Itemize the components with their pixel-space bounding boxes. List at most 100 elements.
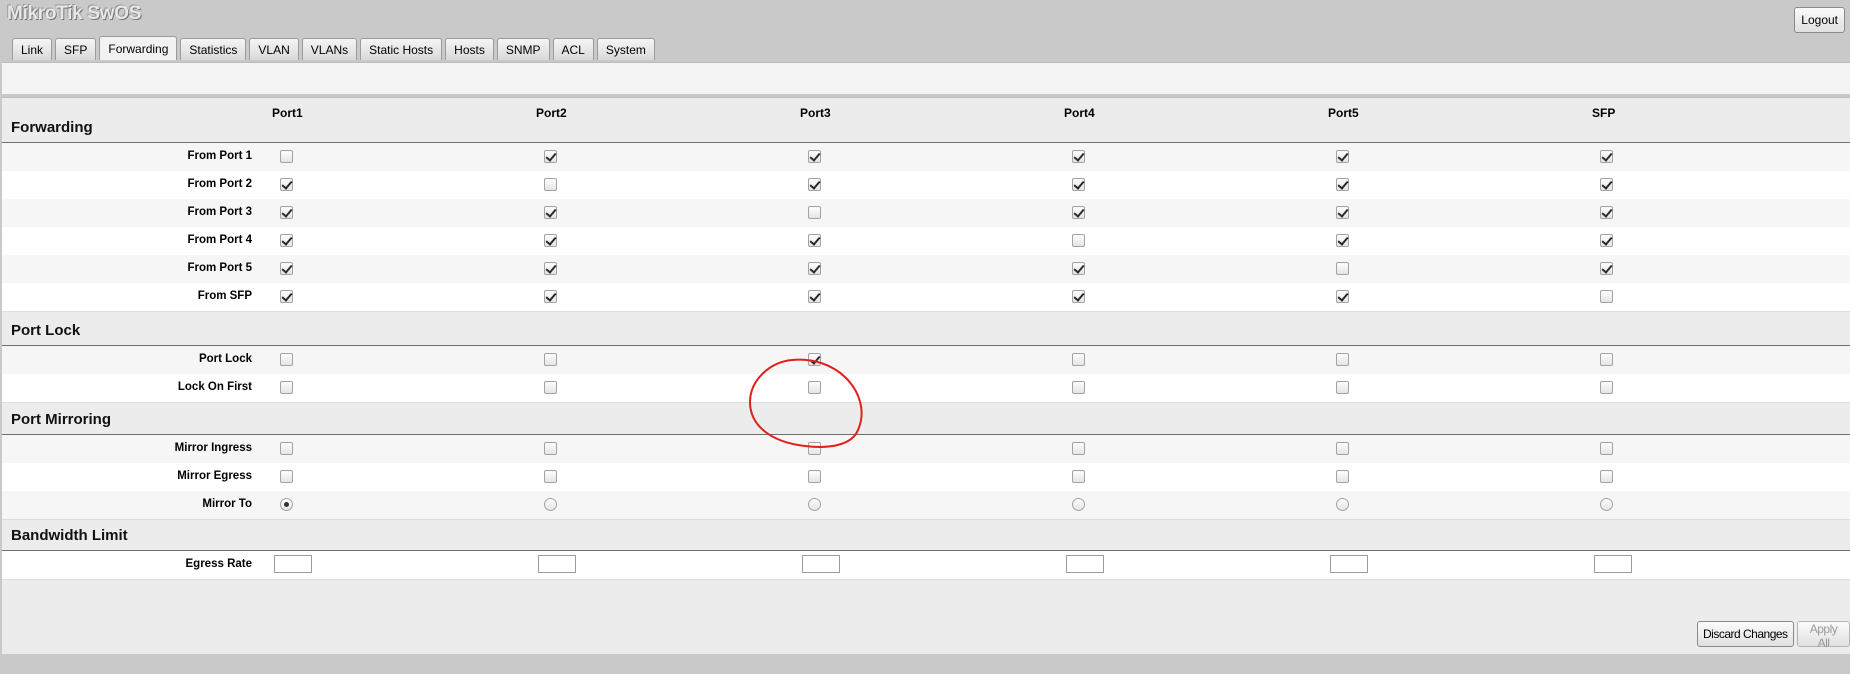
app-title: MikroTik SwOS	[7, 3, 142, 24]
radio-mirror-to-port2[interactable]	[544, 498, 557, 511]
checkbox-from-port-1-port5[interactable]	[1336, 150, 1349, 163]
checkbox-port-lock-sfp[interactable]	[1600, 353, 1613, 366]
checkbox-lock-on-first-port5[interactable]	[1336, 381, 1349, 394]
checkbox-mirror-ingress-port2[interactable]	[544, 442, 557, 455]
checkbox-from-port-5-sfp[interactable]	[1600, 262, 1613, 275]
row-label: Egress Rate	[185, 558, 252, 570]
checkbox-lock-on-first-sfp[interactable]	[1600, 381, 1613, 394]
row-from-port-5: From Port 5	[2, 255, 1850, 284]
checkbox-port-lock-port4[interactable]	[1072, 353, 1085, 366]
checkbox-mirror-ingress-port5[interactable]	[1336, 442, 1349, 455]
egress-rate-input-port1[interactable]	[274, 555, 312, 573]
checkbox-from-port-5-port2[interactable]	[544, 262, 557, 275]
discard-changes-button[interactable]: Discard Changes	[1697, 621, 1794, 647]
checkbox-from-sfp-port3[interactable]	[808, 290, 821, 303]
checkbox-port-lock-port5[interactable]	[1336, 353, 1349, 366]
checkbox-from-sfp-port1[interactable]	[280, 290, 293, 303]
checkbox-mirror-egress-port4[interactable]	[1072, 470, 1085, 483]
checkbox-mirror-ingress-port4[interactable]	[1072, 442, 1085, 455]
checkbox-from-port-4-port5[interactable]	[1336, 234, 1349, 247]
radio-mirror-to-port4[interactable]	[1072, 498, 1085, 511]
checkbox-from-port-1-port3[interactable]	[808, 150, 821, 163]
checkbox-from-port-5-port1[interactable]	[280, 262, 293, 275]
radio-mirror-to-port3[interactable]	[808, 498, 821, 511]
checkbox-from-port-3-port2[interactable]	[544, 206, 557, 219]
apply-all-button[interactable]: Apply All	[1797, 621, 1850, 650]
checkbox-lock-on-first-port3[interactable]	[808, 381, 821, 394]
checkbox-mirror-egress-port5[interactable]	[1336, 470, 1349, 483]
row-label: From Port 1	[187, 150, 252, 162]
checkbox-from-port-1-sfp[interactable]	[1600, 150, 1613, 163]
checkbox-from-port-4-port2[interactable]	[544, 234, 557, 247]
row-label: Lock On First	[177, 381, 252, 393]
tab-link[interactable]: Link	[12, 38, 53, 60]
checkbox-mirror-egress-port2[interactable]	[544, 470, 557, 483]
checkbox-from-sfp-port2[interactable]	[544, 290, 557, 303]
tab-vlan[interactable]: VLAN	[249, 38, 299, 60]
checkbox-from-port-5-port5[interactable]	[1336, 262, 1349, 275]
egress-rate-input-port5[interactable]	[1330, 555, 1368, 573]
tab-static-hosts[interactable]: Static Hosts	[360, 38, 443, 60]
checkbox-from-port-2-port1[interactable]	[280, 178, 293, 191]
checkbox-port-lock-port2[interactable]	[544, 353, 557, 366]
tab-forwarding[interactable]: Forwarding	[99, 36, 178, 60]
checkbox-from-port-3-port4[interactable]	[1072, 206, 1085, 219]
logout-button[interactable]: Logout	[1794, 7, 1845, 33]
checkbox-from-port-5-port3[interactable]	[808, 262, 821, 275]
tab-snmp[interactable]: SNMP	[496, 38, 550, 60]
checkbox-mirror-ingress-sfp[interactable]	[1600, 442, 1613, 455]
tab-vlans[interactable]: VLANs	[301, 38, 358, 60]
checkbox-from-port-3-sfp[interactable]	[1600, 206, 1613, 219]
checkbox-lock-on-first-port1[interactable]	[280, 381, 293, 394]
checkbox-from-port-2-port4[interactable]	[1072, 178, 1085, 191]
row-egress-rate: Egress Rate	[2, 551, 1850, 580]
row-from-port-1: From Port 1	[2, 143, 1850, 172]
checkbox-lock-on-first-port4[interactable]	[1072, 381, 1085, 394]
checkbox-from-port-3-port5[interactable]	[1336, 206, 1349, 219]
checkbox-from-sfp-port4[interactable]	[1072, 290, 1085, 303]
row-label: From Port 3	[187, 206, 252, 218]
checkbox-from-port-2-port2[interactable]	[544, 178, 557, 191]
checkbox-port-lock-port1[interactable]	[280, 353, 293, 366]
tab-system[interactable]: System	[596, 38, 655, 60]
checkbox-mirror-ingress-port3[interactable]	[808, 442, 821, 455]
radio-mirror-to-sfp[interactable]	[1600, 498, 1613, 511]
checkbox-from-port-4-port4[interactable]	[1072, 234, 1085, 247]
port-header-row: Port1 Port2 Port3 Port4 Port5 SFP	[2, 98, 1850, 128]
egress-rate-input-sfp[interactable]	[1594, 555, 1632, 573]
checkbox-lock-on-first-port2[interactable]	[544, 381, 557, 394]
checkbox-from-port-4-sfp[interactable]	[1600, 234, 1613, 247]
column-header-port3: Port3	[800, 106, 831, 120]
checkbox-from-port-3-port3[interactable]	[808, 206, 821, 219]
row-from-port-3: From Port 3	[2, 199, 1850, 228]
checkbox-mirror-egress-port1[interactable]	[280, 470, 293, 483]
egress-rate-input-port3[interactable]	[802, 555, 840, 573]
section-title-forwarding: Forwarding	[11, 119, 93, 136]
checkbox-port-lock-port3[interactable]	[808, 353, 821, 366]
checkbox-from-sfp-sfp[interactable]	[1600, 290, 1613, 303]
egress-rate-input-port2[interactable]	[538, 555, 576, 573]
checkbox-from-port-1-port1[interactable]	[280, 150, 293, 163]
checkbox-from-port-4-port1[interactable]	[280, 234, 293, 247]
checkbox-from-port-3-port1[interactable]	[280, 206, 293, 219]
checkbox-from-port-2-port5[interactable]	[1336, 178, 1349, 191]
checkbox-from-port-2-sfp[interactable]	[1600, 178, 1613, 191]
checkbox-mirror-egress-port3[interactable]	[808, 470, 821, 483]
section-title-port-lock: Port Lock	[11, 322, 81, 339]
checkbox-from-port-2-port3[interactable]	[808, 178, 821, 191]
egress-rate-input-port4[interactable]	[1066, 555, 1104, 573]
checkbox-from-sfp-port5[interactable]	[1336, 290, 1349, 303]
checkbox-from-port-4-port3[interactable]	[808, 234, 821, 247]
tab-hosts[interactable]: Hosts	[445, 38, 494, 60]
row-label: Mirror Ingress	[174, 442, 252, 454]
checkbox-from-port-5-port4[interactable]	[1072, 262, 1085, 275]
checkbox-from-port-1-port2[interactable]	[544, 150, 557, 163]
checkbox-mirror-egress-sfp[interactable]	[1600, 470, 1613, 483]
checkbox-from-port-1-port4[interactable]	[1072, 150, 1085, 163]
tab-sfp[interactable]: SFP	[55, 38, 97, 60]
checkbox-mirror-ingress-port1[interactable]	[280, 442, 293, 455]
radio-mirror-to-port1[interactable]	[280, 498, 293, 511]
radio-mirror-to-port5[interactable]	[1336, 498, 1349, 511]
tab-statistics[interactable]: Statistics	[180, 38, 247, 60]
tab-acl[interactable]: ACL	[552, 38, 594, 60]
